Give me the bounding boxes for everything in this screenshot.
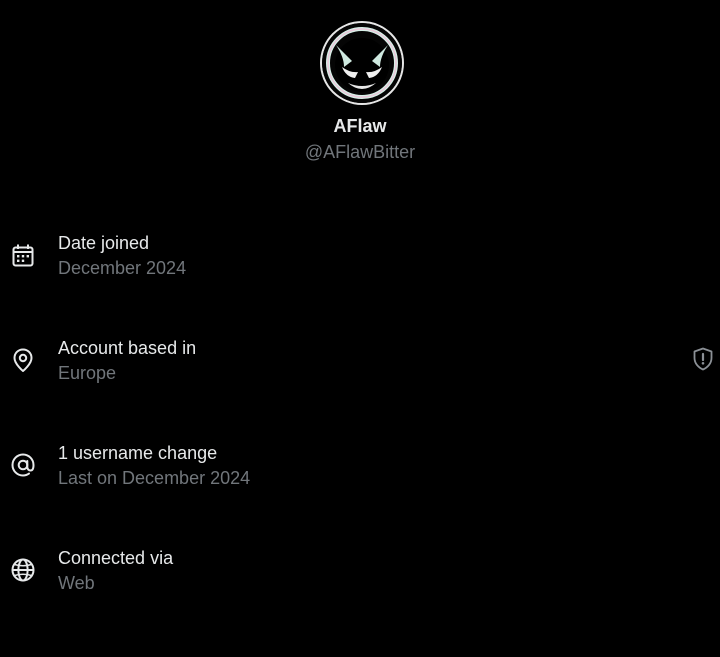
username-change-value: Last on December 2024 xyxy=(58,468,251,488)
account-based-in-label: Account based in xyxy=(58,338,197,358)
account-based-in-value: Europe xyxy=(58,363,117,383)
avatar-image xyxy=(322,23,402,103)
connected-via-label: Connected via xyxy=(58,548,174,568)
info-row-username-change: 1 username change Last on December 2024 xyxy=(0,442,720,502)
info-row-date-joined: Date joined December 2024 xyxy=(0,232,720,292)
avatar[interactable] xyxy=(322,23,402,103)
username-change-label: 1 username change xyxy=(58,443,218,463)
display-name: AFlaw xyxy=(333,116,387,136)
calendar-icon xyxy=(9,241,37,269)
at-sign-icon xyxy=(9,451,37,479)
location-pin-icon xyxy=(9,346,37,374)
date-joined-label: Date joined xyxy=(58,233,150,253)
info-row-account-based-in: Account based in Europe xyxy=(0,337,720,397)
date-joined-value: December 2024 xyxy=(58,258,187,278)
globe-icon xyxy=(9,556,37,584)
info-row-connected-via: Connected via Web xyxy=(0,547,720,607)
connected-via-value: Web xyxy=(58,573,95,593)
shield-alert-icon[interactable] xyxy=(690,346,716,372)
user-handle: @AFlawBitter xyxy=(304,142,416,162)
